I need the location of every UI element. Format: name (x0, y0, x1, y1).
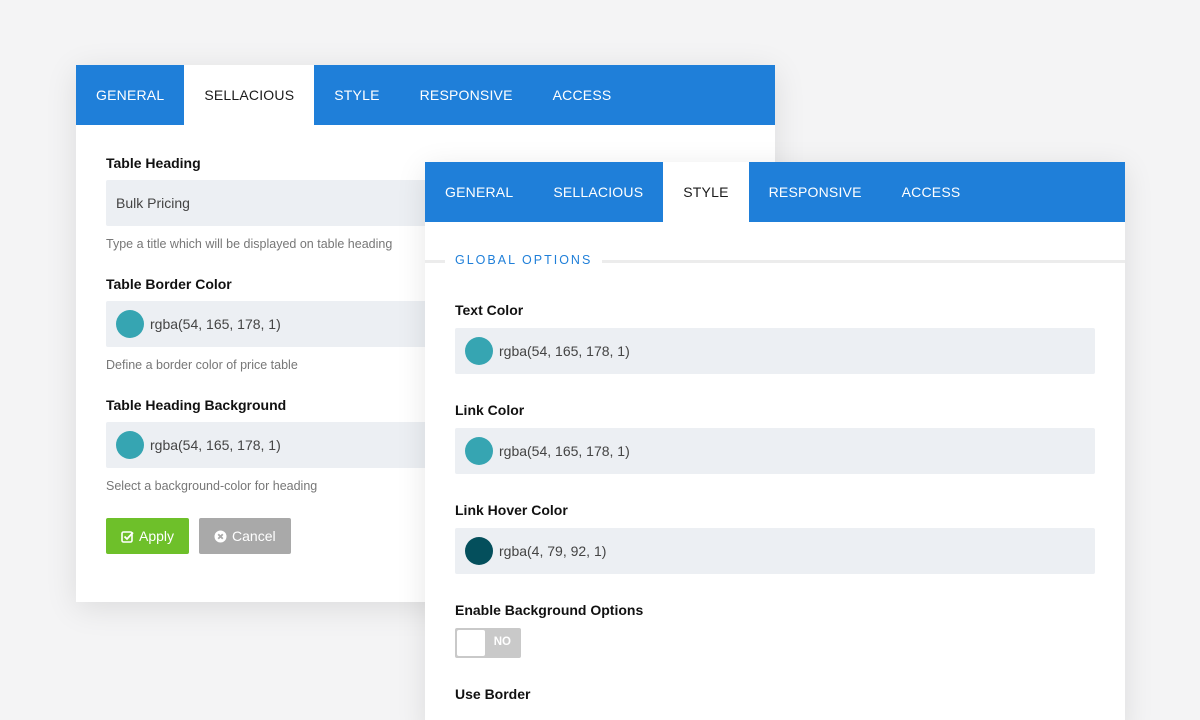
global-options-section: GLOBAL OPTIONS (425, 222, 1125, 302)
toggle-state: NO (493, 636, 511, 648)
color-swatch[interactable] (116, 431, 144, 459)
back-tab-general[interactable]: GENERAL (76, 65, 184, 125)
front-tab-bar: GENERAL SELLACIOUS STYLE RESPONSIVE ACCE… (425, 162, 1125, 222)
text-color-label: Text Color (455, 302, 524, 318)
toggle-knob (457, 630, 485, 656)
back-tab-bar: GENERAL SELLACIOUS STYLE RESPONSIVE ACCE… (76, 65, 775, 125)
link-hover-color-value: rgba(4, 79, 92, 1) (499, 543, 607, 559)
color-swatch[interactable] (465, 537, 493, 565)
front-tab-general[interactable]: GENERAL (425, 162, 533, 222)
front-tab-sellacious[interactable]: SELLACIOUS (533, 162, 663, 222)
background-options-label: Enable Background Options (455, 602, 644, 618)
text-color-input[interactable]: rgba(54, 165, 178, 1) (455, 328, 1095, 374)
link-color-value: rgba(54, 165, 178, 1) (499, 443, 630, 459)
link-hover-color-label: Link Hover Color (455, 502, 568, 518)
use-border-group: Use Border (455, 686, 1095, 702)
text-color-value: rgba(54, 165, 178, 1) (499, 343, 630, 359)
link-color-label: Link Color (455, 402, 525, 418)
text-color-group: Text Color rgba(54, 165, 178, 1) (455, 302, 1095, 374)
back-tab-responsive[interactable]: RESPONSIVE (400, 65, 533, 125)
table-heading-background-value: rgba(54, 165, 178, 1) (150, 437, 281, 453)
cancel-button[interactable]: Cancel (199, 518, 291, 554)
front-settings-panel: GENERAL SELLACIOUS STYLE RESPONSIVE ACCE… (425, 162, 1125, 720)
back-tab-sellacious[interactable]: SELLACIOUS (184, 65, 315, 125)
front-tab-responsive[interactable]: RESPONSIVE (749, 162, 882, 222)
table-heading-value: Bulk Pricing (116, 195, 190, 211)
background-options-toggle[interactable]: NO (455, 628, 521, 658)
table-border-color-value: rgba(54, 165, 178, 1) (150, 316, 281, 332)
color-swatch[interactable] (465, 337, 493, 365)
use-border-label: Use Border (455, 686, 531, 702)
color-swatch[interactable] (465, 437, 493, 465)
times-circle-icon (214, 530, 227, 542)
front-tab-access[interactable]: ACCESS (882, 162, 981, 222)
cancel-label: Cancel (232, 528, 276, 544)
checkbox-edit-icon (121, 530, 134, 543)
apply-button[interactable]: Apply (106, 518, 190, 554)
link-color-group: Link Color rgba(54, 165, 178, 1) (455, 402, 1095, 474)
link-color-input[interactable]: rgba(54, 165, 178, 1) (455, 428, 1095, 474)
link-hover-color-input[interactable]: rgba(4, 79, 92, 1) (455, 528, 1095, 574)
color-swatch[interactable] (116, 310, 144, 338)
back-tab-access[interactable]: ACCESS (533, 65, 632, 125)
section-title: GLOBAL OPTIONS (445, 253, 603, 267)
apply-label: Apply (139, 528, 175, 544)
link-hover-color-group: Link Hover Color rgba(4, 79, 92, 1) (455, 502, 1095, 574)
front-tab-style[interactable]: STYLE (663, 162, 749, 222)
back-tab-style[interactable]: STYLE (314, 65, 399, 125)
background-options-group: Enable Background Options NO (455, 602, 1095, 658)
